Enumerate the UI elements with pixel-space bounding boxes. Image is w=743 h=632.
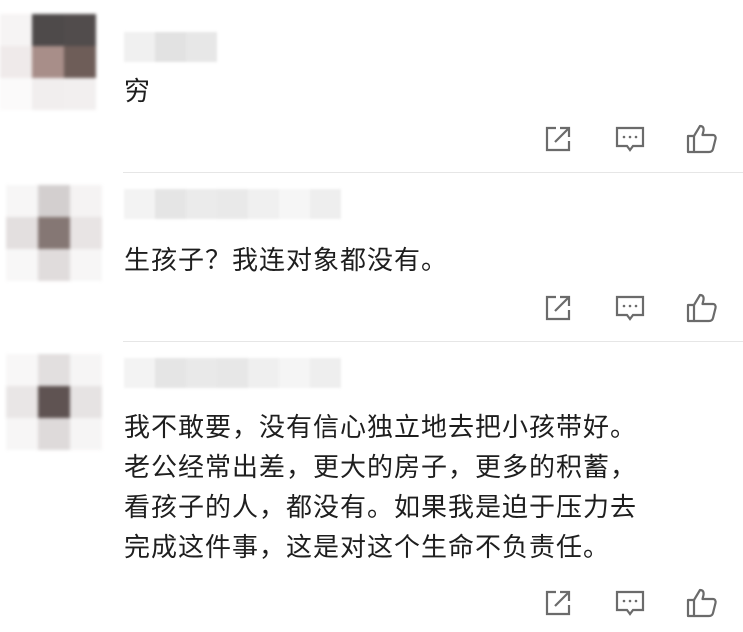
comment-text: 我不敢要，没有信心独立地去把小孩带好。 老公经常出差，更大的房子，更多的积蓄， … xyxy=(124,408,637,568)
reply-icon[interactable] xyxy=(613,291,647,325)
comment-text-line: 老公经常出差，更大的房子，更多的积蓄， xyxy=(124,453,638,483)
avatar[interactable] xyxy=(6,354,102,450)
comment-text-line: 生孩子？我连对象都没有。 xyxy=(124,246,449,276)
username[interactable] xyxy=(124,32,217,62)
comment-actions xyxy=(541,291,719,325)
share-icon[interactable] xyxy=(541,122,575,156)
comment-text-line: 看孩子的人，都没有。如果我是迫于压力去 xyxy=(124,493,638,523)
comment-item: 我不敢要，没有信心独立地去把小孩带好。 老公经常出差，更大的房子，更多的积蓄， … xyxy=(0,342,743,632)
username[interactable] xyxy=(124,358,341,388)
comment-actions xyxy=(541,122,719,156)
reply-icon[interactable] xyxy=(613,122,647,156)
comment-item: 生孩子？我连对象都没有。 xyxy=(0,173,743,341)
share-icon[interactable] xyxy=(541,586,575,620)
comment-text: 生孩子？我连对象都没有。 xyxy=(124,241,448,281)
avatar[interactable] xyxy=(0,14,96,110)
avatar[interactable] xyxy=(6,185,102,281)
thumbs-up-icon[interactable] xyxy=(685,586,719,620)
thumbs-up-icon[interactable] xyxy=(685,291,719,325)
share-icon[interactable] xyxy=(541,291,575,325)
comment-item: 穷 xyxy=(0,0,743,172)
comment-text: 穷 xyxy=(124,72,151,112)
reply-icon[interactable] xyxy=(613,586,647,620)
comment-text-line: 我不敢要，没有信心独立地去把小孩带好。 xyxy=(124,413,638,443)
username[interactable] xyxy=(124,189,341,219)
thumbs-up-icon[interactable] xyxy=(685,122,719,156)
comment-text-line: 完成这件事，这是对这个生命不负责任。 xyxy=(124,533,611,563)
comment-text-line: 穷 xyxy=(124,77,152,107)
comment-actions xyxy=(541,586,719,620)
